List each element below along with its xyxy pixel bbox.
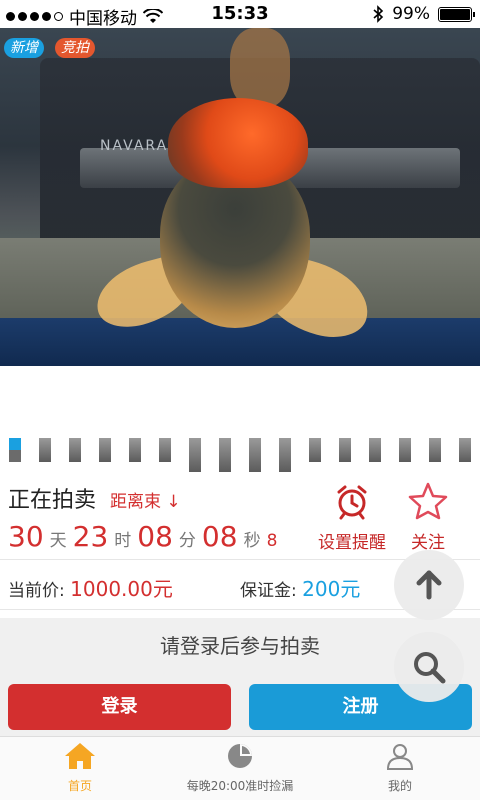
- alarm-clock-icon: [337, 485, 367, 520]
- photo-thumbnail[interactable]: [129, 438, 141, 462]
- photo-thumbnail[interactable]: [459, 438, 471, 462]
- scroll-top-button[interactable]: [394, 550, 464, 620]
- countdown-seconds-unit: 秒: [243, 531, 261, 551]
- countdown-hours-unit: 时: [114, 531, 132, 551]
- photo-thumbnail[interactable]: [279, 438, 291, 472]
- deposit-label: 保证金:: [240, 581, 297, 601]
- photo-thumbnail[interactable]: [189, 438, 201, 472]
- login-button[interactable]: 登录: [8, 684, 231, 730]
- auction-info: 正在拍卖 距离束 ↓ 30 天 23 时 08 分 08 秒 8 设置提醒 关注: [0, 476, 480, 560]
- new-tag: 新增: [4, 38, 44, 58]
- bottom-tab-bar: 首页 每晚20:00准时捡漏 我的: [0, 736, 480, 800]
- user-icon: [386, 744, 414, 770]
- photo-thumbnail[interactable]: [39, 438, 51, 462]
- search-button[interactable]: [394, 632, 464, 702]
- battery-icon: [438, 6, 475, 22]
- pie-chart-icon: [228, 744, 252, 768]
- deposit: 保证金: 200元: [240, 573, 360, 602]
- follow-button[interactable]: 关注: [400, 482, 456, 553]
- product-photo[interactable]: NAVARA 新增 竞拍: [0, 28, 480, 366]
- bluetooth-icon: [373, 5, 384, 23]
- set-reminder-button[interactable]: 设置提醒: [312, 482, 392, 553]
- star-icon: [408, 482, 448, 520]
- battery-percent: 99%: [392, 4, 430, 24]
- countdown-timer: 30 天 23 时 08 分 08 秒 8: [8, 520, 277, 553]
- photo-thumbnail[interactable]: [69, 438, 81, 462]
- photo-thumbnail[interactable]: [369, 438, 381, 462]
- battery-fill: [440, 8, 470, 20]
- photo-thumbnail[interactable]: [429, 438, 441, 462]
- status-right: 99%: [372, 4, 475, 24]
- auction-detail-page: 中国移动 15:33 99% NAVARA 新增 竞拍 正在拍卖 距离束 ↓ 3…: [0, 0, 480, 800]
- fish-head: [168, 98, 308, 188]
- set-reminder-label: 设置提醒: [318, 533, 386, 553]
- auction-tag: 竞拍: [55, 38, 95, 58]
- current-price-label: 当前价:: [8, 581, 65, 601]
- photo-thumbnail[interactable]: [159, 438, 171, 462]
- countdown-days-unit: 天: [49, 531, 67, 551]
- tab-profile[interactable]: 我的: [360, 741, 440, 794]
- photo-truck-badge: NAVARA: [100, 138, 169, 154]
- countdown-hours: 23: [72, 520, 109, 553]
- tab-home[interactable]: 首页: [40, 741, 120, 794]
- current-price: 当前价: 1000.00元: [8, 573, 173, 602]
- photo-thumbnail[interactable]: [249, 438, 261, 472]
- fish-tail: [230, 28, 290, 108]
- status-bar: 中国移动 15:33 99%: [0, 0, 480, 29]
- arrow-up-icon: [416, 570, 442, 600]
- countdown-label: 距离束 ↓: [110, 492, 181, 512]
- countdown-minutes: 08: [137, 520, 173, 553]
- deposit-value: 200元: [302, 577, 361, 601]
- auction-status-title: 正在拍卖: [8, 488, 97, 513]
- tab-daily-deals-label: 每晚20:00准时捡漏: [186, 779, 294, 793]
- countdown-seconds: 08: [201, 520, 238, 553]
- photo-thumbnail[interactable]: [9, 438, 21, 462]
- tab-profile-label: 我的: [387, 779, 412, 793]
- tab-daily-deals[interactable]: 每晚20:00准时捡漏: [160, 741, 320, 794]
- photo-thumbnail[interactable]: [99, 438, 111, 462]
- search-icon: [414, 652, 446, 684]
- home-icon: [65, 743, 95, 769]
- tab-home-label: 首页: [67, 779, 92, 793]
- countdown-days: 30: [8, 520, 44, 553]
- current-price-value: 1000.00元: [70, 577, 173, 601]
- photo-thumbnail[interactable]: [399, 438, 411, 462]
- countdown-minutes-unit: 分: [178, 531, 196, 551]
- photo-thumbnail[interactable]: [219, 438, 231, 472]
- countdown-tenths: 8: [266, 531, 278, 551]
- thumbnail-strip: [0, 366, 480, 476]
- photo-thumbnail[interactable]: [309, 438, 321, 462]
- photo-thumbnail[interactable]: [339, 438, 351, 462]
